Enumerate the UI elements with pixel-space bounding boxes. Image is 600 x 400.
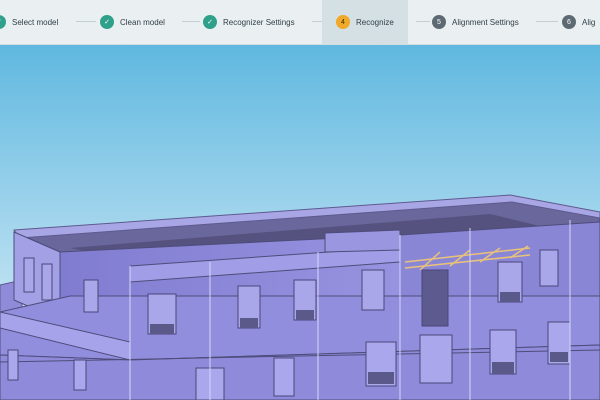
step-label: Select model <box>12 17 59 27</box>
step-connector <box>536 21 558 22</box>
building-model-render <box>0 44 600 400</box>
check-icon: ✓ <box>0 15 6 29</box>
opening-upper-right <box>421 269 449 327</box>
check-icon: ✓ <box>100 15 114 29</box>
upper-right-parapet <box>324 229 401 253</box>
step-number-badge: 4 <box>336 15 350 29</box>
step-label: Alignment Settings <box>452 17 519 27</box>
step-connector <box>182 21 200 22</box>
step-alignment-settings[interactable]: 5 Alignment Settings <box>432 0 519 44</box>
step-recognizer-settings[interactable]: ✓ Recognizer Settings <box>203 0 295 44</box>
step-number-badge: 5 <box>432 15 446 29</box>
step-label: Recognizer Settings <box>223 17 295 27</box>
3d-model-viewport[interactable] <box>0 44 600 400</box>
step-connector <box>76 21 96 22</box>
check-icon: ✓ <box>203 15 217 29</box>
step-connector <box>416 21 430 22</box>
step-select-model[interactable]: ✓ Select model <box>0 0 58 44</box>
step-label: Clean model <box>120 17 165 27</box>
step-label: Recognize <box>356 17 394 27</box>
step-clean-model[interactable]: ✓ Clean model <box>100 0 165 44</box>
wizard-stepper: ✓ Select model ✓ Clean model ✓ Recognize… <box>0 0 600 45</box>
step-alignment[interactable]: 6 Alig <box>562 0 595 44</box>
step-number-badge: 6 <box>562 15 576 29</box>
step-label: Alig <box>582 17 596 27</box>
step-recognize[interactable]: 4 Recognize <box>322 0 408 44</box>
step-connector <box>312 21 322 22</box>
